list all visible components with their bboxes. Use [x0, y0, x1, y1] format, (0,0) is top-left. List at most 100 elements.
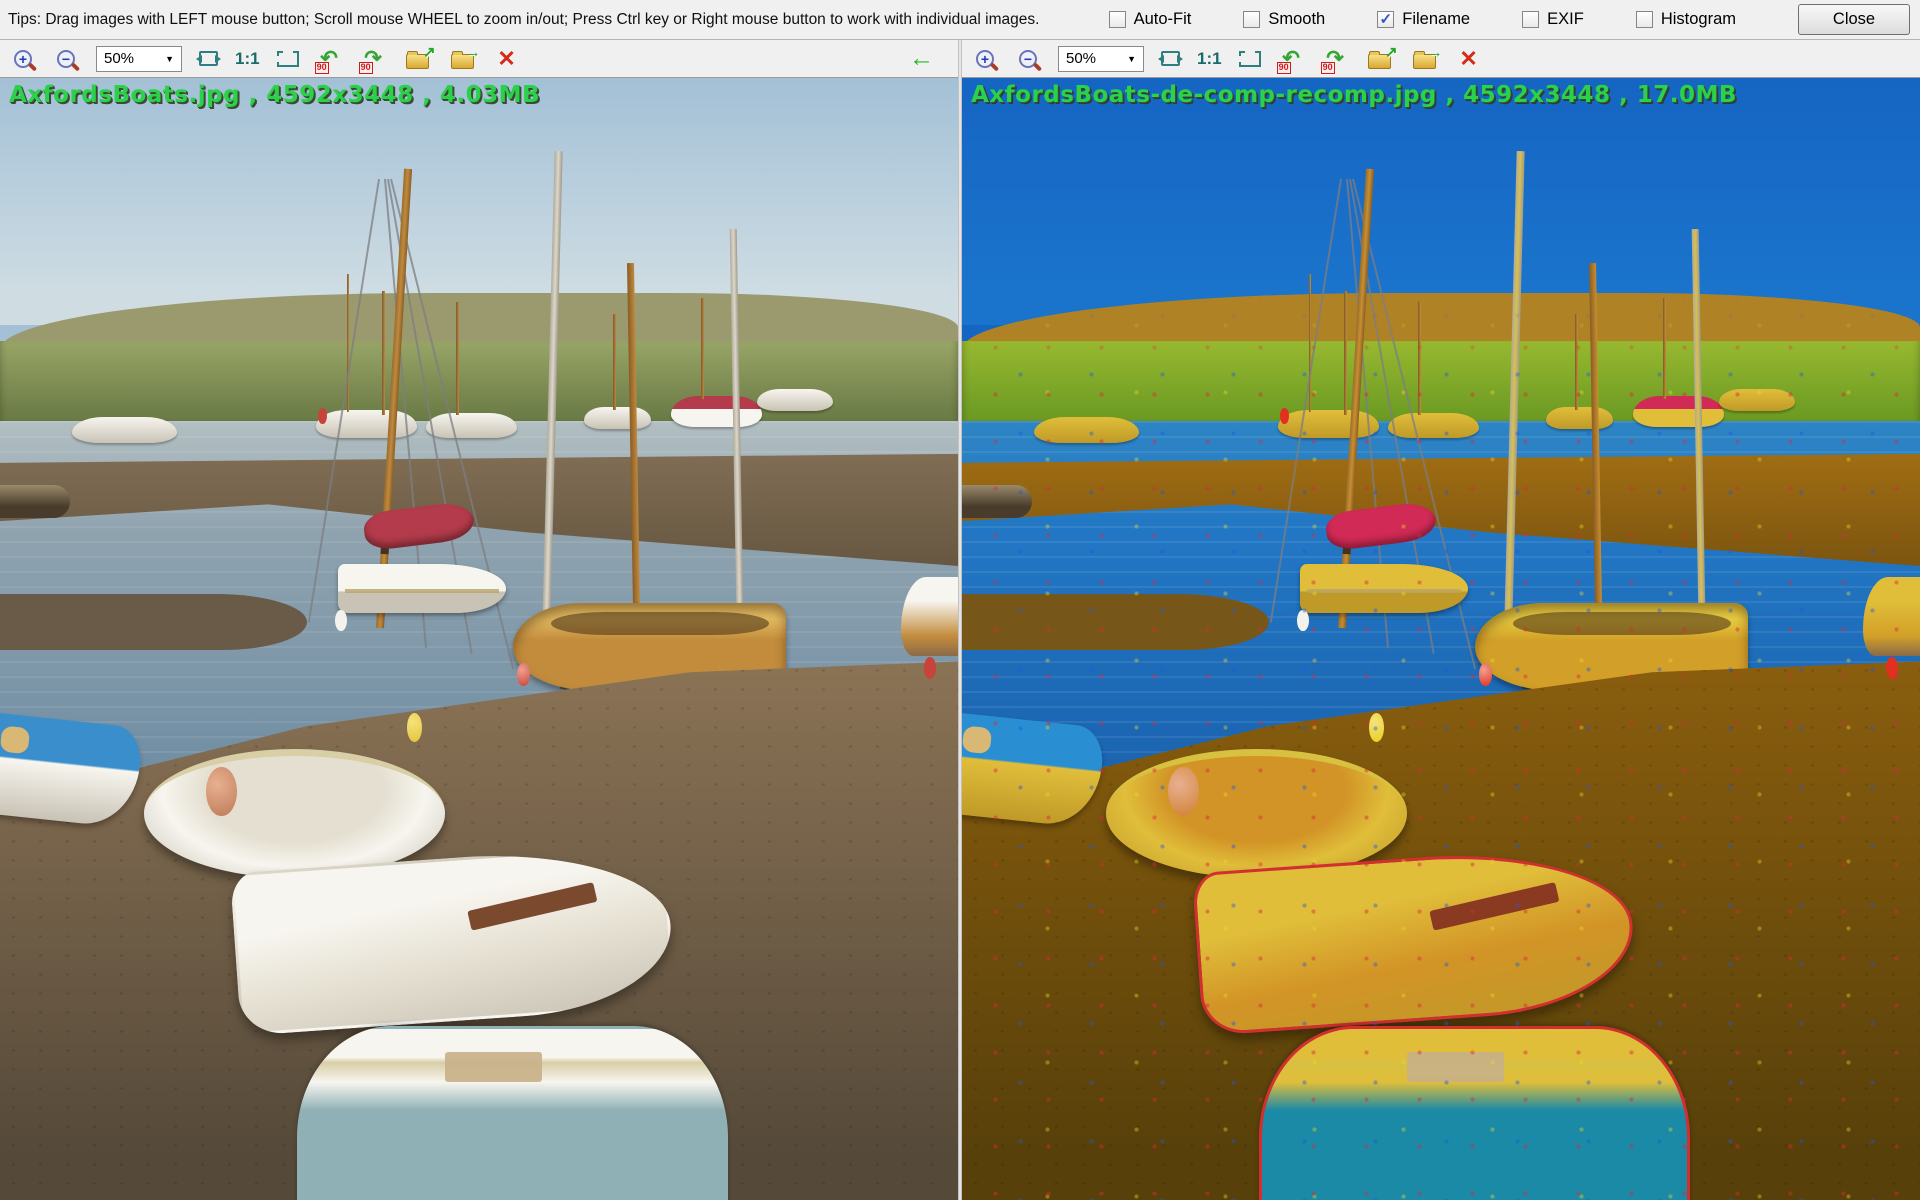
fit-to-window-button[interactable] — [199, 51, 218, 66]
toggle-auto-fit[interactable]: Auto-Fit — [1109, 10, 1192, 29]
distant-boat — [72, 417, 177, 443]
edge-boat — [1863, 577, 1920, 656]
top-bar: Tips: Drag images with LEFT mouse button… — [0, 0, 1920, 40]
exif-label: EXIF — [1547, 10, 1584, 29]
distant-boat — [1034, 417, 1139, 443]
zoom-in-button[interactable]: + — [972, 46, 998, 72]
rotate-right-button[interactable]: ↷ 90 — [360, 45, 387, 72]
tips-text: Tips: Drag images with LEFT mouse button… — [8, 11, 1039, 29]
mast — [1344, 291, 1347, 414]
distant-boat-red-cover — [1633, 396, 1724, 427]
sailboat-hull — [338, 564, 506, 613]
move-to-folder-button[interactable]: → — [1411, 47, 1439, 71]
fit-to-window-icon — [199, 51, 218, 66]
distant-boat — [1278, 410, 1379, 438]
sand-bar — [0, 594, 307, 650]
filename-checkbox[interactable]: ✓ — [1377, 11, 1394, 28]
green-left-arrow-icon: ← — [909, 44, 934, 73]
mast — [613, 314, 616, 410]
terracotta-buoy — [1168, 767, 1199, 816]
toggle-filename[interactable]: ✓ Filename — [1377, 10, 1470, 29]
select-rectangle-icon — [277, 51, 299, 67]
zoom-out-button[interactable]: − — [1015, 46, 1041, 72]
edge-boat — [901, 577, 958, 656]
zoom-level-select[interactable]: 50% ▼ — [96, 46, 182, 72]
filename-overlay: AxfordsBoats.jpg , 4592x3448 , 4.03MB — [9, 82, 540, 108]
view-toggles: Auto-Fit Smooth ✓ Filename EXIF Histogra… — [1109, 10, 1736, 29]
zoom-in-button[interactable]: + — [10, 46, 36, 72]
terracotta-buoy — [206, 767, 237, 816]
left-image-viewport[interactable]: AxfordsBoats.jpg , 4592x3448 , 4.03MB — [0, 78, 958, 1200]
smooth-label: Smooth — [1268, 10, 1325, 29]
swap-image-left-button[interactable]: ← — [909, 44, 934, 73]
red-buoy — [1280, 408, 1289, 424]
round-dinghy — [144, 749, 446, 878]
white-buoy — [335, 610, 346, 631]
fit-to-window-button[interactable] — [1161, 51, 1180, 66]
rotate-right-button[interactable]: ↷ 90 — [1322, 45, 1349, 72]
select-rectangle-button[interactable] — [277, 51, 299, 67]
copy-to-folder-button[interactable]: ↗ — [1366, 47, 1394, 71]
fit-to-window-icon — [1161, 51, 1180, 66]
rotate-90-badge: 90 — [359, 62, 373, 74]
distant-boat-red-cover — [671, 396, 762, 427]
distant-boat — [1388, 413, 1479, 438]
rotate-left-button[interactable]: ↶ 90 — [316, 45, 343, 72]
close-button[interactable]: Close — [1798, 4, 1910, 35]
move-to-folder-button[interactable]: → — [449, 47, 477, 71]
select-rectangle-button[interactable] — [1239, 51, 1261, 67]
exif-checkbox[interactable] — [1522, 11, 1539, 28]
rotate-left-button[interactable]: ↶ 90 — [1278, 45, 1305, 72]
histogram-checkbox[interactable] — [1636, 11, 1653, 28]
one-to-one-icon: 1:1 — [1197, 49, 1222, 69]
auto-fit-checkbox[interactable] — [1109, 11, 1126, 28]
photo-scene: AxfordsBoats.jpg , 4592x3448 , 4.03MB — [0, 78, 958, 1200]
sand-bar — [962, 594, 1269, 650]
chevron-down-icon: ▼ — [1127, 54, 1136, 64]
bottom-boat — [1259, 1026, 1690, 1200]
move-arrow-icon: → — [1428, 45, 1443, 60]
distant-boat — [1719, 389, 1796, 411]
mast — [1309, 274, 1312, 412]
copy-arrow-icon: ↗ — [423, 45, 436, 60]
zoom-level-value: 50% — [1066, 50, 1096, 67]
rotate-90-badge: 90 — [315, 62, 329, 74]
mast — [347, 274, 350, 412]
distant-boat — [426, 413, 517, 438]
filename-overlay: AxfordsBoats-de-comp-recomp.jpg , 4592x3… — [971, 82, 1737, 108]
mast — [382, 291, 385, 414]
select-rectangle-icon — [1239, 51, 1261, 67]
zoom-out-button[interactable]: − — [53, 46, 79, 72]
distant-boat — [1546, 407, 1613, 429]
mast — [1575, 314, 1578, 410]
photo-scene: AxfordsBoats-de-comp-recomp.jpg , 4592x3… — [962, 78, 1920, 1200]
distant-boat — [757, 389, 834, 411]
toggle-smooth[interactable]: Smooth — [1243, 10, 1325, 29]
auto-fit-label: Auto-Fit — [1134, 10, 1192, 29]
toggle-histogram[interactable]: Histogram — [1636, 10, 1736, 29]
distant-boat — [584, 407, 651, 429]
one-to-one-icon: 1:1 — [235, 49, 260, 69]
mast — [1418, 302, 1421, 414]
left-pane: + − 50% ▼ 1:1 ↶ 90 ↷ 90 ↗ → ✕ ← — [0, 40, 958, 1200]
delete-button[interactable]: ✕ — [1456, 46, 1482, 72]
zoom-level-value: 50% — [104, 50, 134, 67]
actual-size-button[interactable]: 1:1 — [235, 49, 260, 69]
zoom-level-select[interactable]: 50% ▼ — [1058, 46, 1144, 72]
white-buoy — [1297, 610, 1308, 631]
smooth-checkbox[interactable] — [1243, 11, 1260, 28]
actual-size-button[interactable]: 1:1 — [1197, 49, 1222, 69]
histogram-label: Histogram — [1661, 10, 1736, 29]
delete-button[interactable]: ✕ — [494, 46, 520, 72]
compare-view: + − 50% ▼ 1:1 ↶ 90 ↷ 90 ↗ → ✕ ← — [0, 40, 1920, 1200]
mast — [701, 298, 704, 399]
copy-arrow-icon: ↗ — [1385, 45, 1398, 60]
delete-x-icon: ✕ — [1459, 46, 1477, 72]
copy-to-folder-button[interactable]: ↗ — [404, 47, 432, 71]
red-buoy — [1479, 663, 1491, 687]
toggle-exif[interactable]: EXIF — [1522, 10, 1584, 29]
delete-x-icon: ✕ — [497, 46, 515, 72]
right-toolbar: + − 50% ▼ 1:1 ↶ 90 ↷ 90 ↗ → ✕ ← — [962, 40, 1920, 78]
right-image-viewport[interactable]: AxfordsBoats-de-comp-recomp.jpg , 4592x3… — [962, 78, 1920, 1200]
distant-boat — [316, 410, 417, 438]
